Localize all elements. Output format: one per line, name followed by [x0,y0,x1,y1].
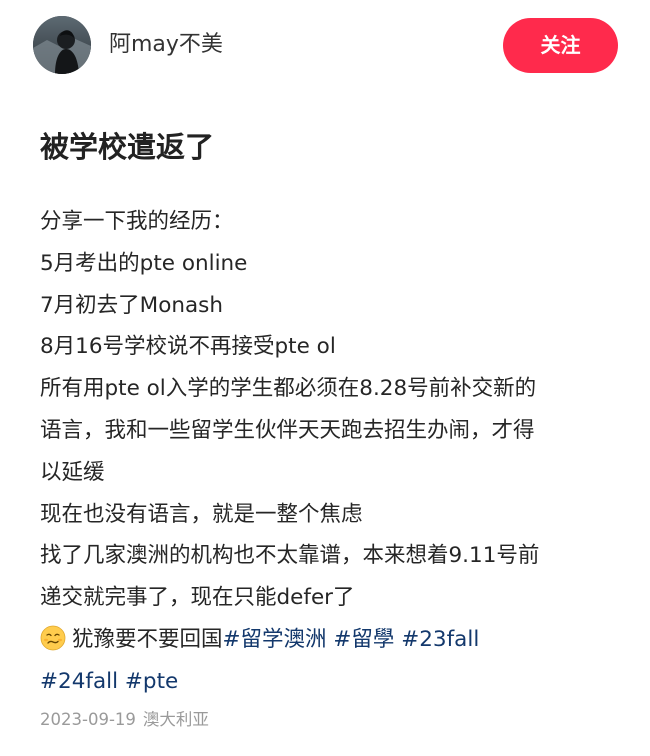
post-title: 被学校遣返了 [40,130,215,164]
author-name[interactable]: 阿may不美 [109,30,223,60]
body-line: 5月考出的pte online [40,250,248,276]
avatar-photo-icon [33,16,91,74]
body-line: 8月16号学校说不再接受pte ol [40,334,336,360]
post-body: 分享一下我的经历： 5月考出的pte online 7月初去了Monash 8月… [40,201,620,703]
body-line: 找了几家澳洲的机构也不太靠谱，本来想着9.11号前 [40,543,540,569]
hashtag-link[interactable]: #留學 [333,627,394,652]
body-line: 7月初去了Monash [40,292,224,318]
worried-face-emoji-icon [40,625,66,651]
hashtag-link[interactable]: #24fall [40,669,118,694]
body-line: 分享一下我的经历： [40,209,234,234]
follow-button[interactable]: 关注 [503,18,618,73]
body-text-segment: 犹豫要不要回国 [72,626,223,652]
body-line: 所有用pte ol入学的学生都必须在8.28号前补交新的 [40,376,537,402]
post-location: 澳大利亚 [142,710,209,729]
body-line: 语言，我和一些留学生伙伴天天跑去招生办闹，才得 [40,417,535,443]
post-date: 2023-09-19 [40,710,136,729]
body-line-with-tags: 犹豫要不要回国#留学澳洲 #留學 #23fall [40,619,620,661]
body-line: 以延缓 [40,459,105,485]
post-meta: 2023-09-19 澳大利亚 [40,708,209,732]
body-line: 现在也没有语言，就是一整个焦虑 [40,501,363,527]
author-avatar[interactable] [33,16,91,74]
hashtag-link[interactable]: #pte [125,669,178,694]
post-header: 阿may不美 关注 [0,0,650,90]
hashtag-line: #24fall #pte [40,661,620,703]
hashtag-link[interactable]: #23fall [401,627,479,652]
hashtag-link[interactable]: #留学澳洲 [223,627,327,652]
body-line: 递交就完事了，现在只能defer了 [40,585,355,611]
